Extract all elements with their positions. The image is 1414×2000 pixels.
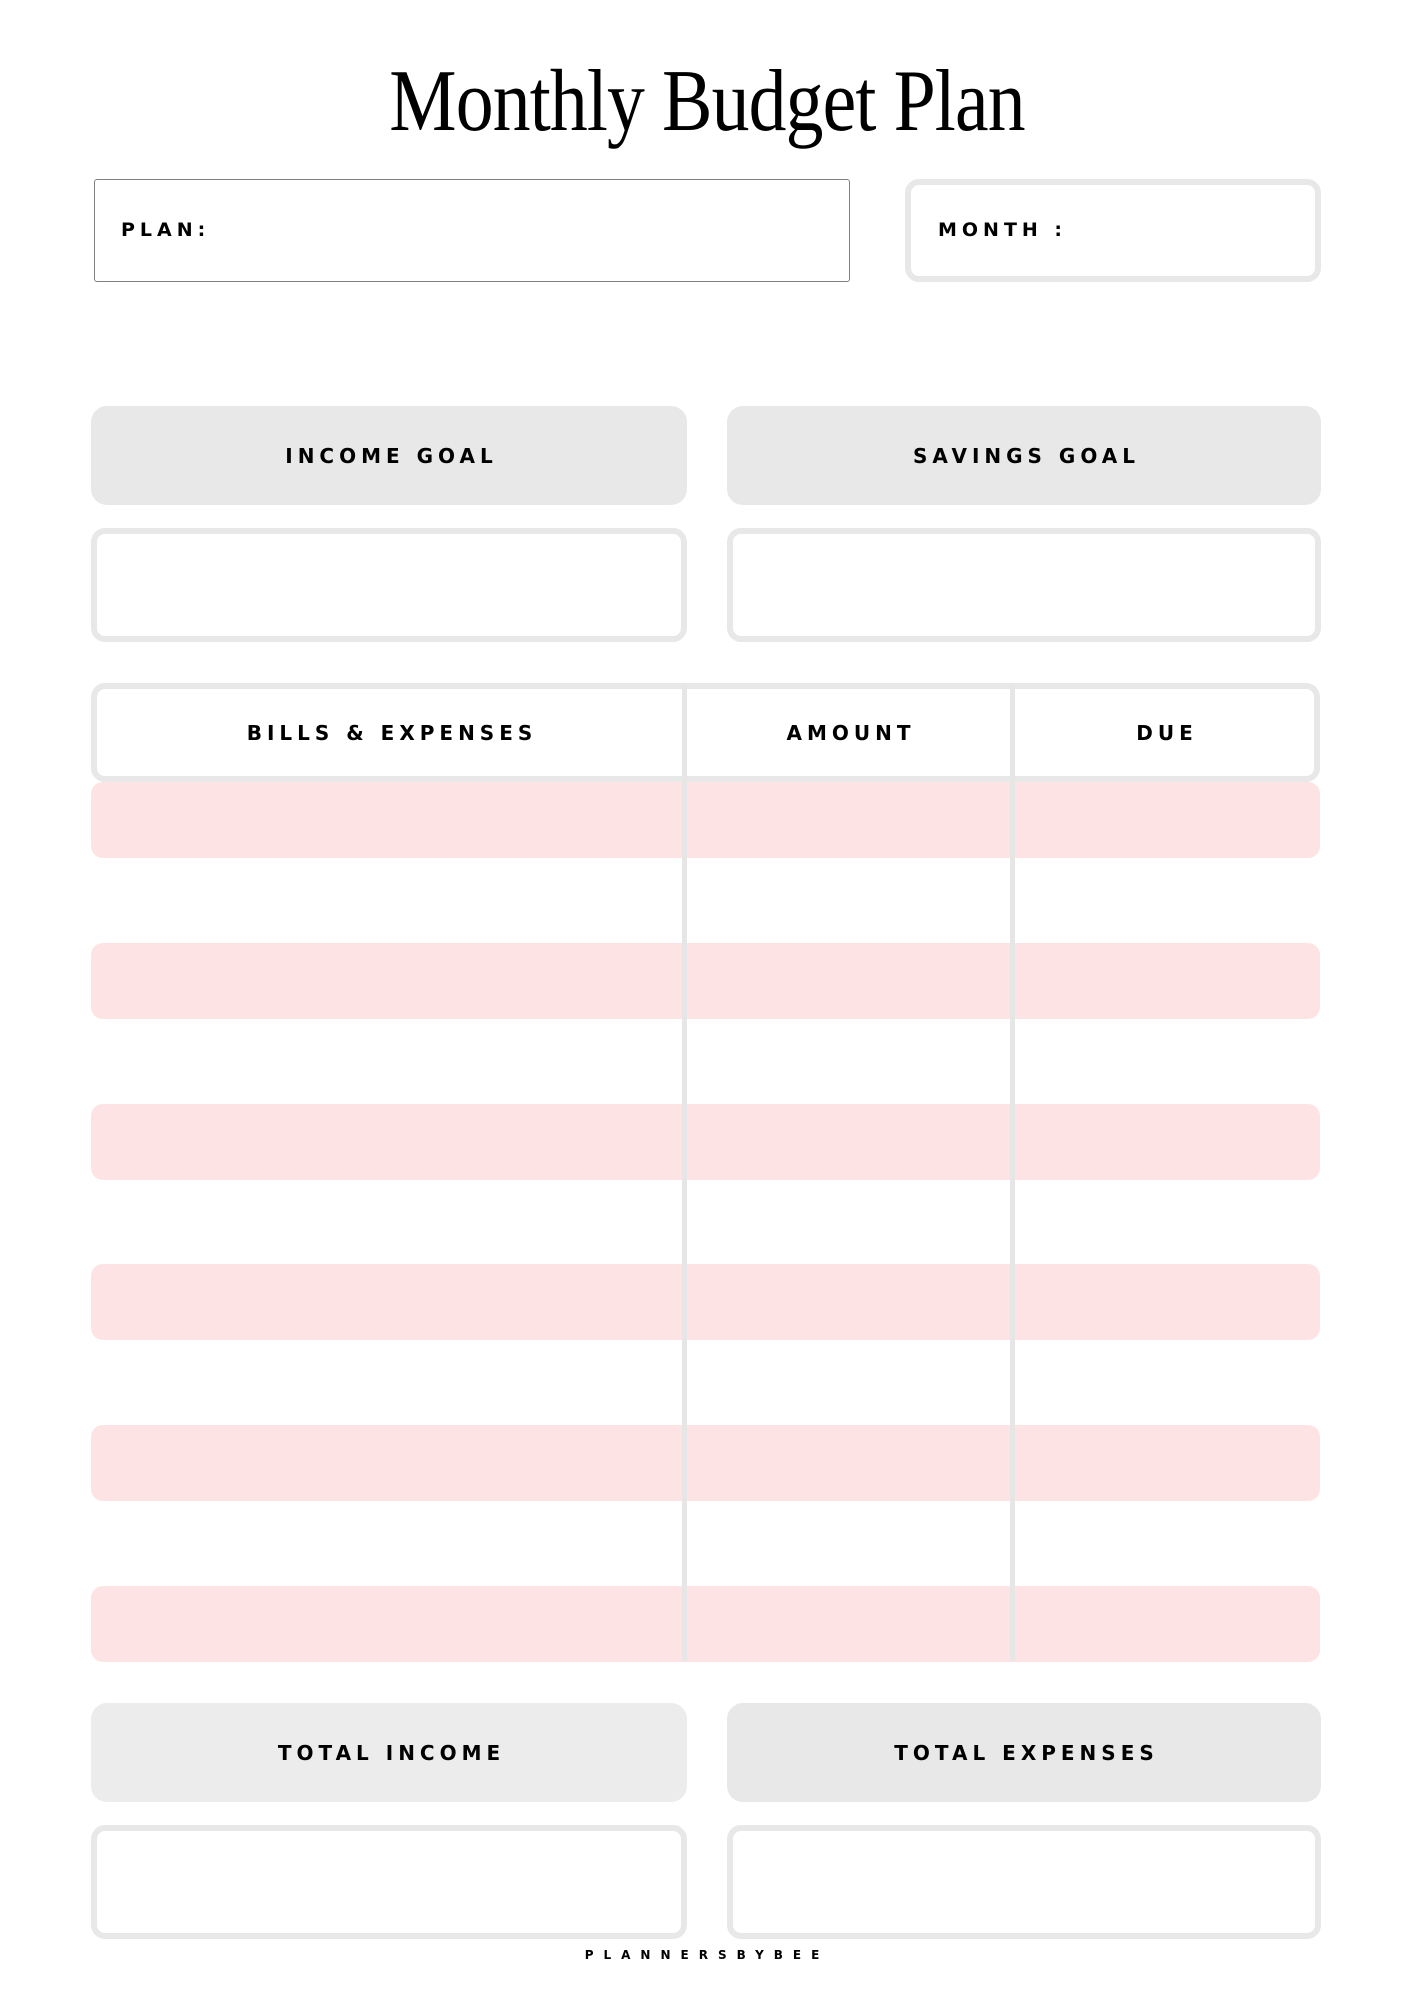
savings-goal-header: SAVINGS GOAL xyxy=(727,406,1321,505)
total-expenses-label: TOTAL EXPENSES xyxy=(894,1740,1159,1765)
plan-field[interactable]: PLAN: xyxy=(94,179,850,282)
table-cell-bill[interactable] xyxy=(91,1184,682,1260)
table-cell-amount[interactable] xyxy=(687,1023,1010,1099)
table-cell-due[interactable] xyxy=(1015,1425,1320,1501)
table-cell-bill[interactable] xyxy=(91,862,682,938)
table-cell-due[interactable] xyxy=(1015,1506,1320,1582)
column-divider-due xyxy=(1010,683,1015,1661)
table-cell-amount[interactable] xyxy=(687,1425,1010,1501)
table-cell-bill[interactable] xyxy=(91,1586,682,1662)
table-cell-due[interactable] xyxy=(1015,782,1320,858)
table-cell-due[interactable] xyxy=(1015,862,1320,938)
table-cell-bill[interactable] xyxy=(91,1506,682,1582)
table-cell-bill[interactable] xyxy=(91,1345,682,1421)
table-cell-amount[interactable] xyxy=(687,862,1010,938)
month-field[interactable]: MONTH : xyxy=(905,179,1321,282)
column-header-amount: AMOUNT xyxy=(687,689,1010,776)
table-header: BILLS & EXPENSES AMOUNT DUE xyxy=(91,683,1320,782)
table-cell-amount[interactable] xyxy=(687,1586,1010,1662)
table-cell-due[interactable] xyxy=(1015,1264,1320,1340)
month-label: MONTH : xyxy=(938,219,1068,241)
total-expenses-header: TOTAL EXPENSES xyxy=(727,1703,1321,1802)
savings-goal-label: SAVINGS GOAL xyxy=(912,443,1141,468)
table-cell-bill[interactable] xyxy=(91,1264,682,1340)
brand-footer: PLANNERSBYBEE xyxy=(584,1948,830,1962)
table-cell-due[interactable] xyxy=(1015,1345,1320,1421)
table-cell-due[interactable] xyxy=(1015,1104,1320,1180)
table-cell-amount[interactable] xyxy=(687,1184,1010,1260)
table-cell-bill[interactable] xyxy=(91,1023,682,1099)
table-cell-bill[interactable] xyxy=(91,1425,682,1501)
income-goal-label: INCOME GOAL xyxy=(285,443,498,468)
total-expenses-input[interactable] xyxy=(727,1825,1321,1939)
table-cell-due[interactable] xyxy=(1015,1184,1320,1260)
page-title: Monthly Budget Plan xyxy=(389,53,1025,150)
table-cell-bill[interactable] xyxy=(91,782,682,858)
table-cell-amount[interactable] xyxy=(687,1506,1010,1582)
table-cell-bill[interactable] xyxy=(91,1104,682,1180)
table-cell-due[interactable] xyxy=(1015,1586,1320,1662)
table-cell-due[interactable] xyxy=(1015,943,1320,1019)
column-header-due: DUE xyxy=(1015,689,1314,776)
table-cell-bill[interactable] xyxy=(91,943,682,1019)
income-goal-input[interactable] xyxy=(91,528,687,642)
column-header-due-label: DUE xyxy=(1136,720,1198,745)
total-income-label: TOTAL INCOME xyxy=(277,1740,506,1765)
total-income-header: TOTAL INCOME xyxy=(91,1703,687,1802)
table-cell-amount[interactable] xyxy=(687,1104,1010,1180)
income-goal-header: INCOME GOAL xyxy=(91,406,687,505)
table-cell-amount[interactable] xyxy=(687,943,1010,1019)
table-cell-amount[interactable] xyxy=(687,1264,1010,1340)
column-divider-amount xyxy=(682,683,687,1661)
column-header-bills-label: BILLS & EXPENSES xyxy=(246,720,538,745)
table-cell-amount[interactable] xyxy=(687,1345,1010,1421)
table-cell-due[interactable] xyxy=(1015,1023,1320,1099)
column-header-bills: BILLS & EXPENSES xyxy=(97,689,682,776)
table-cell-amount[interactable] xyxy=(687,782,1010,858)
column-header-amount-label: AMOUNT xyxy=(786,720,916,745)
total-income-input[interactable] xyxy=(91,1825,687,1939)
plan-label: PLAN: xyxy=(121,219,211,241)
savings-goal-input[interactable] xyxy=(727,528,1321,642)
